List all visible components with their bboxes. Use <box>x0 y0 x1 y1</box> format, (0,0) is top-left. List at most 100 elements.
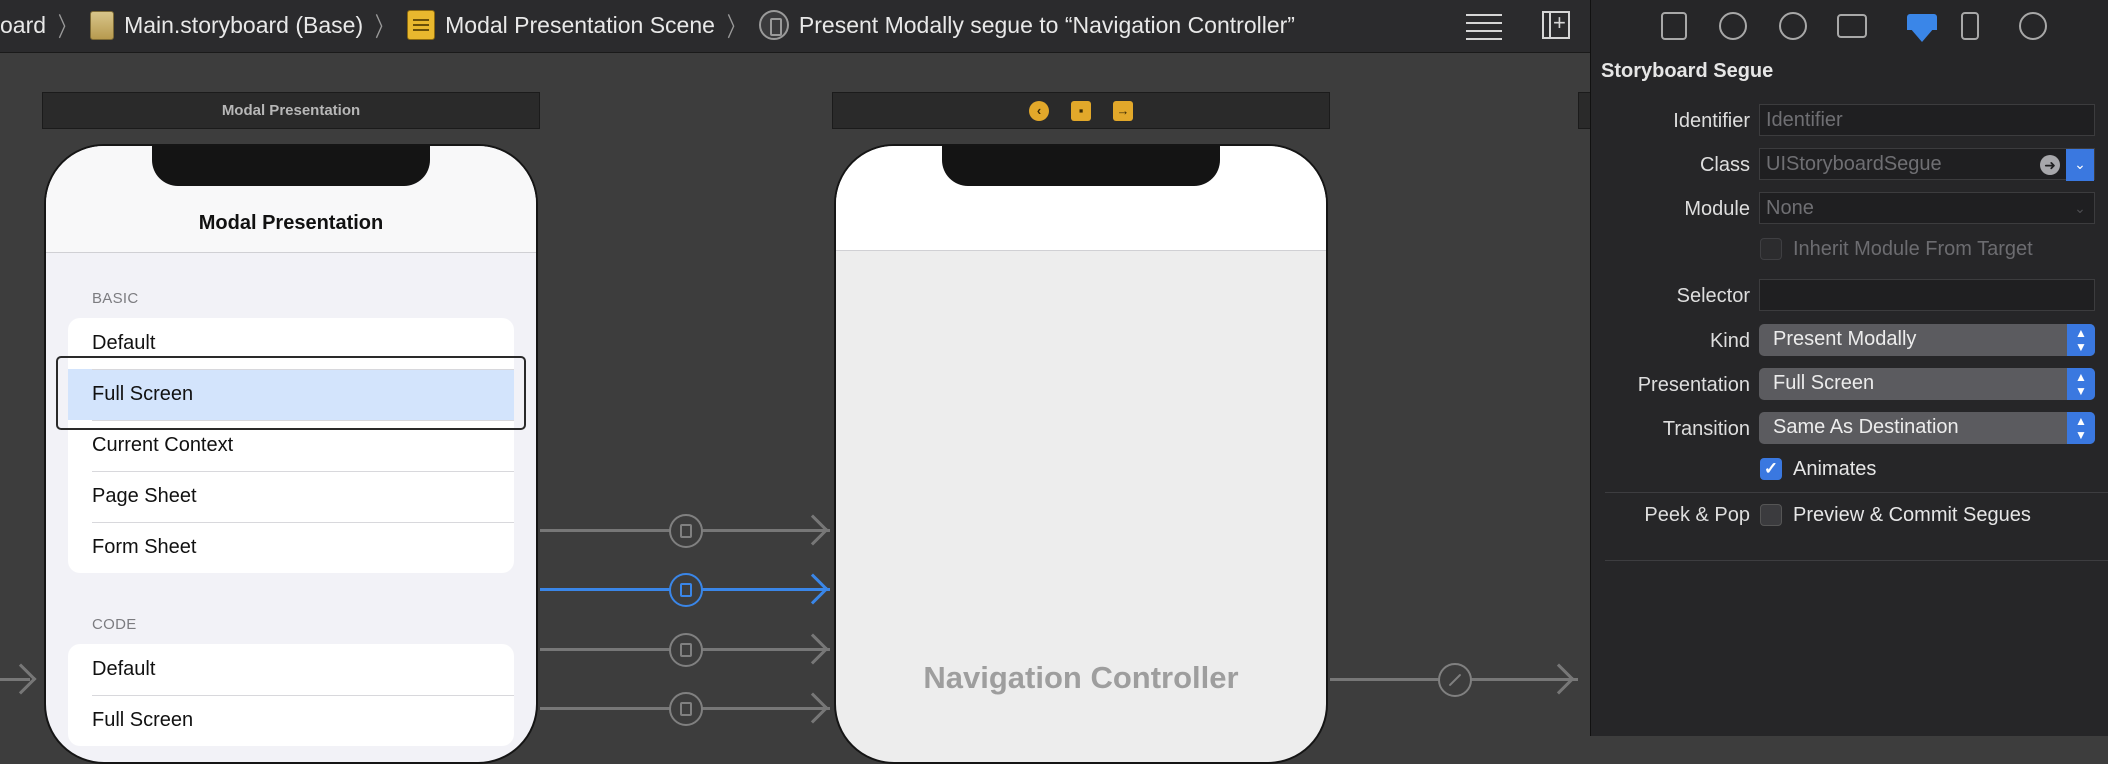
presentation-label: Presentation <box>1637 374 1750 396</box>
presentation-value: Full Screen <box>1773 372 1875 394</box>
device-notch <box>942 146 1220 186</box>
inspector-tabs <box>1591 0 2108 52</box>
presentation-row: Presentation Full Screen ▲ ▼ <box>1591 368 2108 402</box>
identity-icon[interactable] <box>1837 14 1867 38</box>
scene-dock-modal-presentation[interactable]: Modal Presentation <box>42 92 540 129</box>
connections-icon[interactable] <box>2019 12 2047 40</box>
chevron-right-icon: 〉 <box>726 11 746 42</box>
segue-icon-selected[interactable] <box>669 573 703 607</box>
row-label: Form Sheet <box>92 536 197 558</box>
row-label: Current Context <box>92 434 234 456</box>
up-down-chevron-icon: ▲ ▼ <box>2067 324 2095 356</box>
row-label: Full Screen <box>92 709 194 731</box>
inherit-module-label: Inherit Module From Target <box>1793 238 2033 260</box>
table-row[interactable]: Form Sheet <box>68 522 514 573</box>
chevron-down-icon[interactable]: ⌄ <box>2066 193 2094 225</box>
inspector-panel: Storyboard Segue Identifier Identifier C… <box>1590 0 2108 736</box>
preview-commit-checkbox[interactable] <box>1760 504 1782 526</box>
arrow-right-icon <box>1543 663 1575 695</box>
help-icon[interactable] <box>1779 12 1807 40</box>
add-editor-icon[interactable] <box>1542 10 1570 39</box>
row-label: Default <box>92 332 156 354</box>
identifier-row: Identifier Identifier <box>1591 104 2108 138</box>
scene-dock-navigation-controller[interactable]: ‹ ▪ → <box>832 92 1330 129</box>
kind-popup[interactable]: Present Modally ▲ ▼ <box>1759 324 2095 356</box>
breadcrumb-label: Main.storyboard (Base) <box>124 11 364 38</box>
selector-row: Selector <box>1591 279 2108 313</box>
arrow-right-icon <box>797 633 829 665</box>
table-row[interactable]: Full Screen <box>68 695 514 746</box>
breadcrumb-label: oard <box>0 11 47 38</box>
module-row: Module None ⌄ <box>1591 192 2108 226</box>
go-arrow-icon[interactable]: ➜ <box>2040 155 2060 175</box>
identifier-label: Identifier <box>1673 110 1750 132</box>
breadcrumb-item-segue[interactable]: Present Modally segue to “Navigation Con… <box>758 10 1295 40</box>
segue-icon[interactable] <box>669 633 703 667</box>
module-label: Module <box>1684 198 1750 220</box>
row-label: Default <box>92 658 156 680</box>
breadcrumb-item-storyboard[interactable]: Main.storyboard (Base) <box>90 10 364 40</box>
up-down-chevron-icon: ▲ ▼ <box>2067 368 2095 400</box>
selector-field[interactable] <box>1759 279 2095 311</box>
animates-row: ✓ Animates <box>1591 456 2108 490</box>
breadcrumb-item-scene[interactable]: Modal Presentation Scene <box>407 10 715 40</box>
chevron-right-icon: 〉 <box>57 11 77 42</box>
transition-popup[interactable]: Same As Destination ▲ ▼ <box>1759 412 2095 444</box>
segue-icon[interactable] <box>669 692 703 726</box>
size-icon[interactable] <box>1961 12 1979 40</box>
inherit-module-checkbox[interactable] <box>1760 238 1782 260</box>
modal-presentation-scene[interactable]: Modal Presentation BASIC Default Full Sc… <box>44 144 538 764</box>
breadcrumb-label: Modal Presentation Scene <box>445 11 715 38</box>
section-header-basic: BASIC <box>92 290 139 307</box>
breadcrumb-label: Present Modally segue to “Navigation Con… <box>798 11 1295 38</box>
divider <box>1605 492 2108 493</box>
navigation-controller-scene[interactable]: Navigation Controller <box>834 144 1328 764</box>
presentation-popup[interactable]: Full Screen ▲ ▼ <box>1759 368 2095 400</box>
segue-icon <box>758 10 789 40</box>
table-row[interactable]: Default <box>68 644 514 695</box>
class-label: Class <box>1699 154 1750 176</box>
nav-title: Modal Presentation <box>198 212 384 234</box>
peek-pop-label: Peek & Pop <box>1644 504 1750 526</box>
arrow-right-icon <box>797 573 829 605</box>
breadcrumb-item-storyboard-folder[interactable]: oard <box>0 12 46 39</box>
class-value: UIStoryboardSegue <box>1766 153 1942 175</box>
inherit-module-row: Inherit Module From Target <box>1591 236 2108 270</box>
section-header-code: CODE <box>92 616 137 633</box>
row-label: Page Sheet <box>92 485 197 507</box>
up-down-chevron-icon: ▲ ▼ <box>2067 412 2095 444</box>
scene-dock-title: Modal Presentation <box>221 102 361 119</box>
navigation-controller-label: Navigation Controller <box>923 660 1239 695</box>
transition-row: Transition Same As Destination ▲ ▼ <box>1591 412 2108 446</box>
kind-row: Kind Present Modally ▲ ▼ <box>1591 324 2108 358</box>
animates-checkbox[interactable]: ✓ <box>1760 458 1782 480</box>
kind-value: Present Modally <box>1773 328 1917 350</box>
kind-label: Kind <box>1709 330 1750 352</box>
jump-bar: oard 〉 Main.storyboard (Base) 〉 Modal Pr… <box>0 0 1590 53</box>
attributes-icon[interactable] <box>1907 12 1937 42</box>
identifier-field[interactable]: Identifier <box>1759 104 2095 136</box>
selected-row-frame <box>56 356 526 430</box>
table-section-code: Default Full Screen <box>68 644 514 746</box>
file-icon[interactable] <box>1661 12 1687 40</box>
segue-icon[interactable] <box>669 514 703 548</box>
cube-icon[interactable]: ▪ <box>1071 100 1091 121</box>
selector-label: Selector <box>1676 285 1750 307</box>
divider <box>1605 560 2108 561</box>
editor-options-icon[interactable] <box>1466 8 1502 42</box>
transition-value: Same As Destination <box>1773 416 1959 438</box>
transition-label: Transition <box>1662 418 1750 440</box>
relationship-icon[interactable] <box>1438 663 1472 697</box>
arrow-right-icon <box>5 663 37 695</box>
arrow-right-icon <box>797 692 829 724</box>
history-icon[interactable] <box>1719 12 1747 40</box>
preview-commit-label: Preview & Commit Segues <box>1793 504 2031 526</box>
chevron-down-icon[interactable]: ⌄ <box>2066 149 2094 181</box>
class-field[interactable]: UIStoryboardSegue ➜ ⌄ <box>1759 148 2095 181</box>
chevron-right-icon: 〉 <box>375 11 394 42</box>
back-circle-icon[interactable]: ‹ <box>1029 100 1049 121</box>
exit-icon[interactable]: → <box>1113 100 1133 121</box>
table-row[interactable]: Page Sheet <box>68 471 514 522</box>
storyboard-file-icon <box>90 10 115 40</box>
module-field[interactable]: None ⌄ <box>1759 192 2095 224</box>
